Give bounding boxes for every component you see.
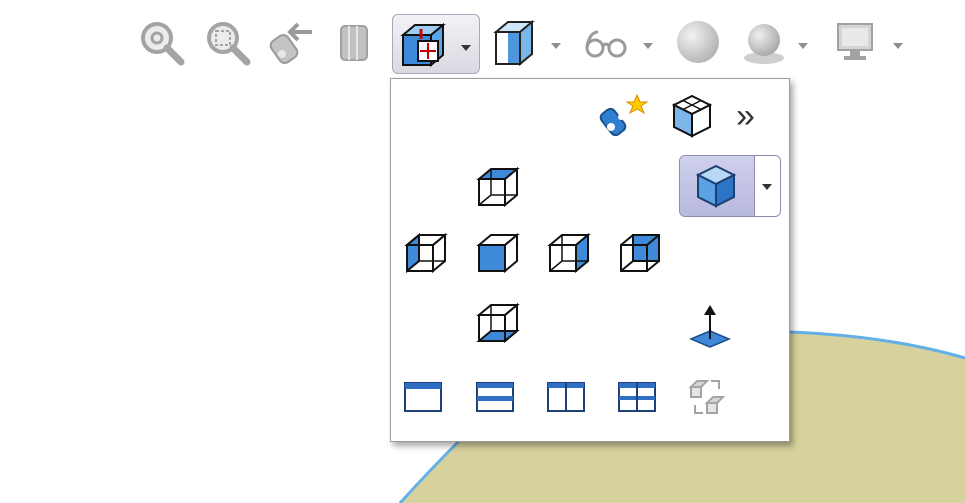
single-view-button[interactable] xyxy=(403,379,443,415)
back-view-button[interactable] xyxy=(617,231,663,277)
bottom-view-icon xyxy=(476,302,520,344)
view-orientation-button[interactable] xyxy=(392,14,480,74)
new-view-icon xyxy=(599,93,649,137)
bottom-view-button[interactable] xyxy=(475,301,521,347)
heads-up-view-toolbar xyxy=(0,0,965,80)
more-icon[interactable]: » xyxy=(736,99,755,133)
monitor-icon xyxy=(837,23,873,60)
isometric-dropdown-arrow[interactable] xyxy=(762,184,772,190)
section-view-button[interactable] xyxy=(335,18,375,66)
glasses-icon xyxy=(585,30,627,58)
single-view-icon xyxy=(404,382,442,412)
magnifier-icon xyxy=(141,22,185,66)
view-orientation-flyout: » xyxy=(390,78,790,442)
right-view-icon xyxy=(547,232,591,274)
view-selector-button[interactable] xyxy=(669,93,715,139)
normal-to-icon xyxy=(689,305,731,348)
sphere-icon xyxy=(677,21,719,63)
view-selector-cube-icon xyxy=(671,94,713,138)
view-orientation-dropdown-arrow[interactable] xyxy=(461,45,471,51)
previous-view-icon xyxy=(269,22,312,65)
isometric-view-split-button[interactable] xyxy=(679,155,781,217)
top-view-icon xyxy=(476,166,520,208)
edit-appearance-button[interactable] xyxy=(672,18,724,66)
top-view-button[interactable] xyxy=(475,165,521,211)
zoom-to-area-button[interactable] xyxy=(203,18,253,66)
apply-scene-button[interactable] xyxy=(740,18,788,66)
two-view-vertical-button[interactable] xyxy=(546,379,586,415)
two-view-horizontal-icon xyxy=(476,382,514,412)
left-view-button[interactable] xyxy=(403,231,449,277)
isometric-view-button[interactable] xyxy=(680,156,755,216)
apply-scene-dropdown-arrow[interactable] xyxy=(798,43,808,49)
right-view-button[interactable] xyxy=(546,231,592,277)
back-view-icon xyxy=(620,234,660,272)
scene-icon xyxy=(744,24,784,64)
new-view-button[interactable] xyxy=(599,93,649,137)
section-view-icon xyxy=(340,25,368,61)
two-view-horizontal-button[interactable] xyxy=(475,379,515,415)
view-settings-button[interactable] xyxy=(832,18,880,66)
zoom-area-icon xyxy=(207,22,251,66)
display-style-button[interactable] xyxy=(490,18,538,66)
normal-to-button[interactable] xyxy=(687,301,733,349)
front-view-button[interactable] xyxy=(475,231,521,277)
two-view-vertical-icon xyxy=(547,382,585,412)
view-settings-dropdown-arrow[interactable] xyxy=(893,43,903,49)
front-view-icon xyxy=(476,232,520,274)
isometric-view-icon xyxy=(695,164,737,208)
four-view-button[interactable] xyxy=(617,379,657,415)
zoom-to-fit-button[interactable] xyxy=(137,18,187,66)
link-views-icon xyxy=(688,380,726,414)
link-views-button[interactable] xyxy=(685,375,729,419)
left-view-icon xyxy=(404,232,448,274)
view-orientation-icon xyxy=(400,22,446,68)
display-style-dropdown-arrow[interactable] xyxy=(551,43,561,49)
display-style-icon xyxy=(493,19,535,66)
four-view-icon xyxy=(618,382,656,412)
hide-show-dropdown-arrow[interactable] xyxy=(643,43,653,49)
previous-view-button[interactable] xyxy=(268,18,316,66)
hide-show-items-button[interactable] xyxy=(582,18,632,66)
